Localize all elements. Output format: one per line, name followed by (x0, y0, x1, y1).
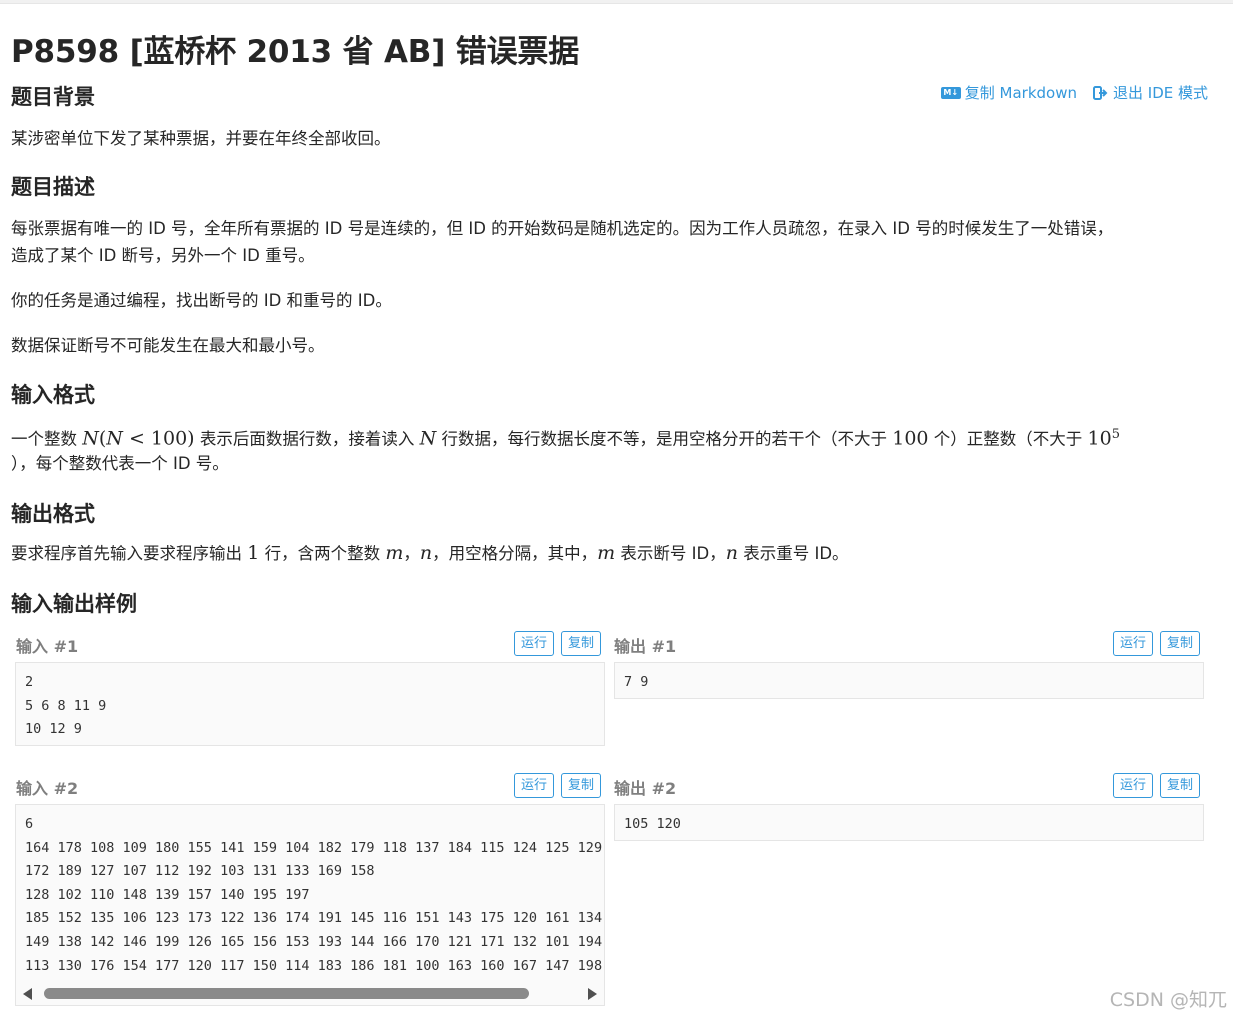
description-paragraph-3: 数据保证断号不可能发生在最大和最小号。 (11, 336, 325, 355)
sample-1-input-label: 输入 #1 (16, 637, 79, 656)
top-border (0, 0, 1233, 4)
description-line-2: 造成了某个 ID 断号，另外一个 ID 重号。 (11, 246, 315, 265)
sample-2-input-copy-button[interactable]: 复制 (561, 773, 602, 798)
samples-heading: 输入输出样例 (11, 592, 137, 616)
description-heading: 题目描述 (11, 175, 95, 199)
sample-1-output-code[interactable]: 7 9 (614, 662, 1204, 699)
input-format-line-1: 一个整数 N(N < 100) 表示后面数据行数，接着读入 N 行数据，每行数据… (11, 427, 1120, 450)
description-line-1: 每张票据有唯一的 ID 号，全年所有票据的 ID 号是连续的，但 ID 的开始数… (11, 219, 1114, 238)
sample-1-input-copy-button[interactable]: 复制 (561, 631, 602, 656)
input-format-line-2: ），每个整数代表一个 ID 号。 (11, 454, 229, 473)
sample-1-input-run-button[interactable]: 运行 (514, 631, 555, 656)
copy-markdown-button[interactable]: M↓ 复制 Markdown (940, 82, 1077, 103)
background-heading: 题目背景 (11, 85, 95, 109)
copy-markdown-label: 复制 Markdown (964, 84, 1077, 102)
sample-2-horizontal-scrollbar[interactable] (16, 983, 604, 1003)
scroll-thumb[interactable] (44, 988, 529, 999)
exit-ide-label: 退出 IDE 模式 (1113, 84, 1208, 102)
sample-1-output-run-button[interactable]: 运行 (1113, 631, 1154, 656)
input-format-heading: 输入格式 (11, 383, 95, 407)
sample-2-input-code[interactable]: 6 164 178 108 109 180 155 141 159 104 18… (15, 804, 605, 1006)
markdown-icon: M↓ (940, 86, 961, 99)
sample-2-input-label: 输入 #2 (16, 779, 79, 798)
sample-2-output-copy-button[interactable]: 复制 (1160, 773, 1201, 798)
background-text: 某涉密单位下发了某种票据，并要在年终全部收回。 (11, 129, 391, 148)
sample-2-output-label: 输出 #2 (614, 779, 677, 798)
scroll-left-arrow-icon[interactable] (23, 988, 32, 1000)
sample-2-output-run-button[interactable]: 运行 (1113, 773, 1154, 798)
sign-out-icon (1093, 85, 1108, 100)
toolbar: M↓ 复制 Markdown 退出 IDE 模式 (940, 82, 1208, 103)
sample-1-output-copy-button[interactable]: 复制 (1160, 631, 1201, 656)
sample-1-output-label: 输出 #1 (614, 637, 677, 656)
sample-2-output-code[interactable]: 105 120 (614, 804, 1204, 841)
description-paragraph-2: 你的任务是通过编程，找出断号的 ID 和重号的 ID。 (11, 291, 392, 310)
problem-title: P8598 [蓝桥杯 2013 省 AB] 错误票据 (11, 34, 579, 70)
csdn-watermark: CSDN @知兀 (1109, 989, 1227, 1011)
output-format-text: 要求程序首先输入要求程序输出 1 行，含两个整数 m，n，用空格分隔，其中，m … (11, 542, 849, 564)
sample-1-input-code[interactable]: 2 5 6 8 11 9 10 12 9 (15, 662, 605, 746)
sample-2-input-run-button[interactable]: 运行 (514, 773, 555, 798)
exit-ide-button[interactable]: 退出 IDE 模式 (1093, 82, 1208, 103)
output-format-heading: 输出格式 (11, 502, 95, 526)
scroll-right-arrow-icon[interactable] (588, 988, 597, 1000)
